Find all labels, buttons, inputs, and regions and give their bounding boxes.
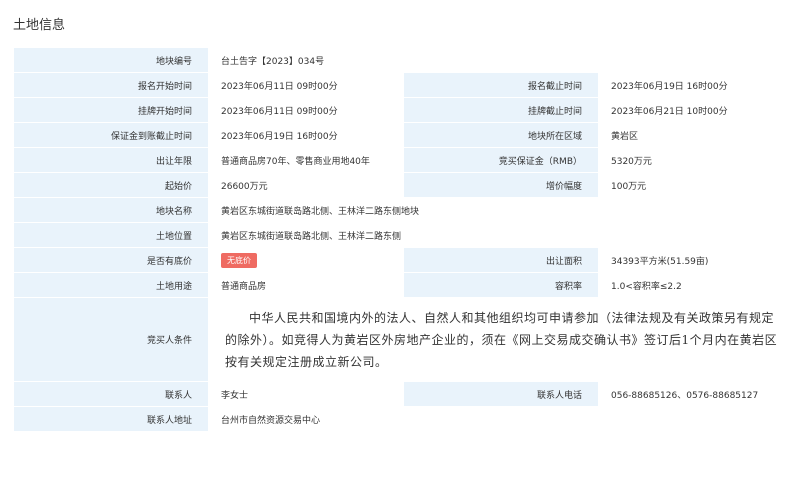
deposit-label: 竞买保证金（RMB） <box>403 147 599 173</box>
table-row: 地块名称 黄岩区东城街道联岛路北侧、王林洋二路东侧地块 <box>13 197 795 223</box>
reserve-badge: 无底价 <box>221 252 257 268</box>
reg-end-value: 2023年06月19日 16时00分 <box>597 72 795 98</box>
table-row: 挂牌开始时间 2023年06月11日 09时00分 挂牌截止时间 2023年06… <box>13 97 795 123</box>
address-label: 联系人地址 <box>13 406 209 432</box>
table-row: 出让年限 普通商品房70年、零售商业用地40年 竞买保证金（RMB） 5320万… <box>13 147 795 173</box>
far-value: 1.0<容积率≤2.2 <box>597 272 795 298</box>
district-value: 黄岩区 <box>597 122 795 148</box>
location-label: 土地位置 <box>13 222 209 248</box>
area-label: 出让面积 <box>403 247 599 273</box>
district-label: 地块所在区域 <box>403 122 599 148</box>
conditions-cell: 中华人民共和国境内外的法人、自然人和其他组织均可申请参加（法律法规及有关政策另有… <box>207 297 795 382</box>
use-value: 普通商品房 <box>208 272 404 298</box>
location-value: 黄岩区东城街道联岛路北侧、王林洋二路东侧 <box>207 222 795 248</box>
conditions-text: 中华人民共和国境内外的法人、自然人和其他组织均可申请参加（法律法规及有关政策另有… <box>225 310 778 369</box>
plot-name-label: 地块名称 <box>13 197 209 223</box>
conditions-label: 竞买人条件 <box>13 297 209 382</box>
contact-value: 李女士 <box>208 381 404 407</box>
address-value: 台州市自然资源交易中心 <box>207 406 795 432</box>
table-row: 是否有底价 无底价 出让面积 34393平方米(51.59亩) <box>13 247 795 273</box>
term-label: 出让年限 <box>13 147 209 173</box>
start-price-label: 起始价 <box>13 172 209 198</box>
table-row: 竞买人条件 中华人民共和国境内外的法人、自然人和其他组织均可申请参加（法律法规及… <box>13 297 795 382</box>
table-row: 报名开始时间 2023年06月11日 09时00分 报名截止时间 2023年06… <box>13 72 795 98</box>
list-end-label: 挂牌截止时间 <box>403 97 599 123</box>
table-row: 土地用途 普通商品房 容积率 1.0<容积率≤2.2 <box>13 272 795 298</box>
increment-label: 增价幅度 <box>403 172 599 198</box>
reg-start-label: 报名开始时间 <box>13 72 209 98</box>
table-row: 保证金到账截止时间 2023年06月19日 16时00分 地块所在区域 黄岩区 <box>13 122 795 148</box>
table-row: 土地位置 黄岩区东城街道联岛路北侧、王林洋二路东侧 <box>13 222 795 248</box>
table-row: 起始价 26600万元 增价幅度 100万元 <box>13 172 795 198</box>
term-value: 普通商品房70年、零售商业用地40年 <box>208 147 404 173</box>
contact-label: 联系人 <box>13 381 209 407</box>
table-row: 地块编号 台土告字【2023】034号 <box>13 47 795 73</box>
list-start-value: 2023年06月11日 09时00分 <box>208 97 404 123</box>
area-value: 34393平方米(51.59亩) <box>597 247 795 273</box>
deposit-deadline-value: 2023年06月19日 16时00分 <box>208 122 404 148</box>
table-row: 联系人地址 台州市自然资源交易中心 <box>13 406 795 432</box>
deposit-value: 5320万元 <box>597 147 795 173</box>
use-label: 土地用途 <box>13 272 209 298</box>
land-info-table: 地块编号 台土告字【2023】034号 报名开始时间 2023年06月11日 0… <box>13 47 795 432</box>
deposit-deadline-label: 保证金到账截止时间 <box>13 122 209 148</box>
reg-start-value: 2023年06月11日 09时00分 <box>208 72 404 98</box>
plot-no-value: 台土告字【2023】034号 <box>207 47 795 73</box>
list-start-label: 挂牌开始时间 <box>13 97 209 123</box>
start-price-value: 26600万元 <box>208 172 404 198</box>
far-label: 容积率 <box>403 272 599 298</box>
plot-name-value: 黄岩区东城街道联岛路北侧、王林洋二路东侧地块 <box>207 197 795 223</box>
reg-end-label: 报名截止时间 <box>403 72 599 98</box>
list-end-value: 2023年06月21日 10时00分 <box>597 97 795 123</box>
plot-no-label: 地块编号 <box>13 47 209 73</box>
section-title: 土地信息 <box>13 18 66 33</box>
table-row: 联系人 李女士 联系人电话 056-88685126、0576-88685127 <box>13 381 795 407</box>
phone-value: 056-88685126、0576-88685127 <box>597 381 795 407</box>
phone-label: 联系人电话 <box>403 381 599 407</box>
increment-value: 100万元 <box>597 172 795 198</box>
reserve-cell: 无底价 <box>208 247 404 273</box>
reserve-label: 是否有底价 <box>13 247 209 273</box>
